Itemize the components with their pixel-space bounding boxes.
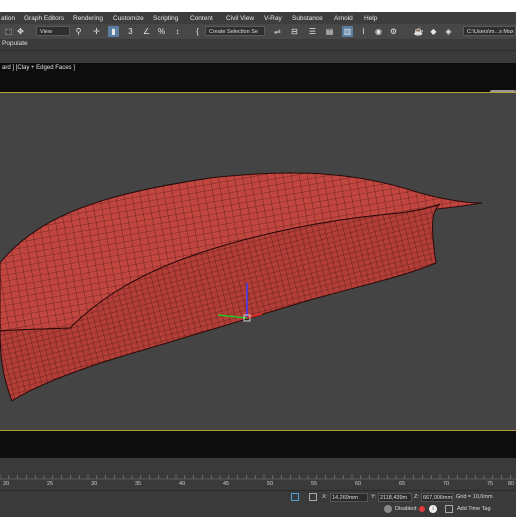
viewport-footer: [0, 430, 516, 459]
menu-item-scripting[interactable]: Scripting: [153, 15, 178, 22]
menu-item-help[interactable]: Help: [364, 15, 377, 22]
scene-explorer-icon[interactable]: ☰: [307, 26, 318, 37]
x-coordinate-field[interactable]: 14,269mm: [330, 493, 368, 502]
viewport-label[interactable]: ard ] [Clay + Edged Faces ]: [2, 65, 75, 71]
menu-item-graph-editors[interactable]: Graph Editors: [24, 15, 64, 22]
disabled-label: Disabled:: [395, 506, 418, 512]
angle-snap-icon[interactable]: ∠: [141, 26, 152, 37]
menu-item-content[interactable]: Content: [190, 15, 213, 22]
align-icon[interactable]: ⊟: [289, 26, 300, 37]
snap-3d-icon[interactable]: 3: [125, 26, 136, 37]
tick-label: 80: [508, 481, 515, 487]
viewport[interactable]: [0, 92, 516, 431]
menu-item-customize[interactable]: Customize: [113, 15, 144, 22]
render-frame-icon[interactable]: ☕: [413, 26, 424, 37]
ribbon-toggle-icon[interactable]: ▥: [342, 26, 353, 37]
edit-selection-set-icon[interactable]: {: [192, 26, 203, 37]
time-slider[interactable]: [0, 458, 516, 472]
main-toolbar: ⬚ ✥ View ⚲ ✛ ▮ 3 ∠ % ↕ { Create Selectio…: [0, 24, 516, 40]
tick-label: 50: [267, 481, 274, 487]
record-icon[interactable]: [419, 506, 425, 512]
menu-bar: ation Graph Editors Rendering Customize …: [0, 12, 516, 24]
adaptive-degradation-icon[interactable]: [384, 505, 392, 513]
selection-set-dropdown[interactable]: Create Selection Se: [205, 26, 265, 36]
tick-label: 35: [135, 481, 142, 487]
menu-item-civil-view[interactable]: Civil View: [226, 15, 254, 22]
tick-label: 55: [311, 481, 318, 487]
title-strip: [0, 0, 516, 12]
tick-label: 45: [223, 481, 230, 487]
tick-label: 25: [47, 481, 54, 487]
render-active-icon[interactable]: ◈: [443, 26, 454, 37]
ribbon: Populate: [0, 39, 516, 50]
tick-label: 40: [179, 481, 186, 487]
menu-item-vray[interactable]: V-Ray: [264, 15, 282, 22]
tick-label: 70: [443, 481, 450, 487]
render-setup-icon[interactable]: ⚙: [388, 26, 399, 37]
track-bar-ticks: [0, 475, 516, 480]
z-coordinate-field[interactable]: 667,006mm: [421, 493, 453, 502]
select-region-icon[interactable]: ⬚: [3, 26, 14, 37]
menu-item-rendering[interactable]: Rendering: [73, 15, 103, 22]
render-production-icon[interactable]: ◆: [428, 26, 439, 37]
y-coordinate-field[interactable]: 2118,439m: [378, 493, 412, 502]
material-editor-icon[interactable]: ◉: [373, 26, 384, 37]
tick-label: 20: [3, 481, 10, 487]
move-icon[interactable]: ✛: [91, 26, 102, 37]
isolate-selection-icon[interactable]: [291, 493, 299, 501]
y-coordinate-label: Y:: [371, 494, 376, 500]
project-path-field[interactable]: C:\Users\m...s Max 2: [463, 26, 516, 36]
tick-label: 65: [399, 481, 406, 487]
status-bar: X: 14,269mm Y: 2118,439m Z: 667,006mm Gr…: [0, 490, 516, 517]
curve-editor-icon[interactable]: ⌇: [358, 26, 369, 37]
ribbon-panel: [0, 50, 516, 64]
selection-lock-icon[interactable]: [309, 493, 317, 501]
select-move-icon[interactable]: ✥: [15, 26, 26, 37]
layer-explorer-icon[interactable]: ▤: [324, 26, 335, 37]
percent-snap-icon[interactable]: %: [156, 26, 167, 37]
z-coordinate-label: Z:: [414, 494, 419, 500]
mirror-icon[interactable]: ⇌: [272, 26, 283, 37]
grid-readout: Grid = 10,0mm: [456, 494, 493, 500]
pivot-icon[interactable]: ⚲: [73, 26, 84, 37]
select-object-icon[interactable]: ▮: [108, 26, 119, 37]
menu-item-substance[interactable]: Substance: [292, 15, 323, 22]
spinner-snap-icon[interactable]: ↕: [172, 26, 183, 37]
tick-label: 30: [91, 481, 98, 487]
tick-label: 60: [355, 481, 362, 487]
time-tag-icon[interactable]: [445, 505, 453, 513]
menu-item-arnold[interactable]: Arnold: [334, 15, 353, 22]
menu-item-animation[interactable]: ation: [1, 15, 15, 22]
time-config-icon[interactable]: i: [429, 505, 437, 513]
ribbon-tab-populate[interactable]: Populate: [2, 40, 28, 47]
x-coordinate-label: X:: [322, 494, 328, 500]
reference-coordinate-dropdown[interactable]: View: [36, 26, 70, 36]
viewport-header: ard ] [Clay + Edged Faces ]: [0, 63, 516, 96]
tick-label: 75: [487, 481, 494, 487]
track-bar[interactable]: 20 25 30 35 40 45 50 55 60 65 70 75 80: [0, 472, 516, 490]
model-view: [0, 172, 483, 402]
add-time-tag-button[interactable]: Add Time Tag: [457, 506, 491, 512]
